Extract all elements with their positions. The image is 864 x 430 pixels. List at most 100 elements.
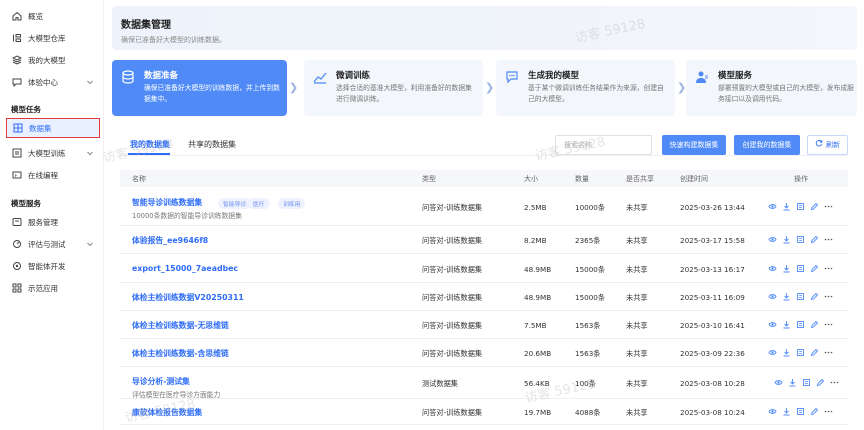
download-icon[interactable] [782, 292, 791, 301]
dataset-name-link[interactable]: 体检主检训练数据V20250311 [132, 292, 244, 303]
home-icon [12, 11, 22, 21]
dataset-name-link[interactable]: 体检主检训练数据-含思维链 [132, 348, 229, 359]
dataset-name-link[interactable]: 体检主检训练数据-无思维链 [132, 320, 229, 331]
dataset-tag: 医疗 [248, 198, 270, 209]
download-icon[interactable] [782, 264, 791, 273]
edit-icon[interactable] [810, 235, 819, 244]
view-icon[interactable] [774, 378, 783, 387]
sidebar-item-experience[interactable]: 体验中心 [6, 72, 100, 92]
dataset-shared-status: 未共享 [626, 293, 648, 302]
more-icon[interactable] [824, 407, 833, 416]
view-icon[interactable] [768, 202, 777, 211]
dataset-created-time: 2025-03-26 13:44 [680, 203, 745, 212]
dataset-name-link[interactable]: 康软体检报告数据集 [132, 407, 202, 418]
edit-icon[interactable] [810, 202, 819, 211]
view-icon[interactable] [768, 235, 777, 244]
sidebar-item-demo-apps[interactable]: 示范应用 [6, 278, 100, 298]
dataset-name-link[interactable]: 导诊分析-测试集 [132, 376, 190, 387]
more-icon[interactable] [824, 292, 833, 301]
more-icon[interactable] [830, 378, 839, 387]
download-icon[interactable] [782, 202, 791, 211]
table-icon [13, 123, 23, 133]
dataset-created-time: 2025-03-08 10:28 [680, 379, 745, 388]
edit-icon[interactable] [816, 378, 825, 387]
archive-icon[interactable] [796, 235, 805, 244]
dataset-count: 1563条 [575, 349, 601, 358]
step-generate-model[interactable]: 生成我的模型 基于某个微调训练任务结果作为来源，创建自己的大模型。 [496, 60, 675, 116]
dataset-count: 15000条 [575, 265, 606, 274]
download-icon[interactable] [782, 235, 791, 244]
sidebar-item-label: 智能体开发 [28, 261, 66, 271]
tab-my-datasets[interactable]: 我的数据集 [130, 139, 170, 150]
dataset-created-time: 2025-03-10 16:41 [680, 321, 745, 330]
more-icon[interactable] [824, 348, 833, 357]
dataset-name-link[interactable]: 智能导诊训练数据集 [132, 197, 202, 208]
sidebar-item-label: 服务管理 [28, 217, 58, 227]
service-icon [12, 217, 22, 227]
archive-icon[interactable] [796, 320, 805, 329]
search-input[interactable]: 搜索名称 [555, 135, 652, 155]
download-icon[interactable] [788, 378, 797, 387]
view-icon[interactable] [768, 407, 777, 416]
arrow-right-icon: ❯ [289, 81, 299, 94]
edit-icon[interactable] [810, 320, 819, 329]
quick-build-button[interactable]: 快速构建数据集 [662, 135, 726, 155]
dataset-size: 2.5MB [524, 203, 547, 212]
download-icon[interactable] [782, 407, 791, 416]
eval-icon [12, 239, 22, 249]
dataset-size: 19.7MB [524, 408, 552, 417]
dataset-type: 问答对-训练数据集 [422, 236, 483, 245]
sidebar-item-my-models[interactable]: 我的大模型 [6, 50, 100, 70]
more-icon[interactable] [824, 202, 833, 211]
sidebar-item-agent-dev[interactable]: 智能体开发 [6, 256, 100, 276]
step-finetune[interactable]: 微调训练 选择合适的基准大模型，利用准备好的数据集进行微调训练。 [304, 60, 483, 116]
dataset-type: 问答对-训练数据集 [422, 293, 483, 302]
sidebar-item-datasets[interactable]: 数据集 [6, 118, 100, 138]
sidebar-item-label: 大模型仓库 [28, 33, 66, 43]
dataset-type: 问答对-训练数据集 [422, 203, 483, 212]
view-icon[interactable] [768, 348, 777, 357]
archive-icon[interactable] [802, 378, 811, 387]
sidebar-item-overview[interactable]: 概览 [6, 6, 100, 26]
download-icon[interactable] [782, 320, 791, 329]
dataset-type: 问答对-训练数据集 [422, 349, 483, 358]
step-data-prep[interactable]: 数据准备 确保已准备好大模型的训练数据，并上传到数据集中。 [112, 60, 287, 116]
view-icon[interactable] [768, 292, 777, 301]
refresh-button[interactable]: 刷新 [807, 135, 848, 155]
view-icon[interactable] [768, 264, 777, 273]
more-icon[interactable] [824, 235, 833, 244]
download-icon[interactable] [782, 348, 791, 357]
dataset-count: 4088条 [575, 408, 601, 417]
code-icon [12, 170, 22, 180]
archive-icon[interactable] [796, 292, 805, 301]
sidebar-item-service-mgmt[interactable]: 服务管理 [6, 212, 100, 232]
step-model-service[interactable]: 模型服务 部署预置的大模型或自己的大模型，发布成服务接口以及调用代码。 [686, 60, 857, 116]
dataset-name-link[interactable]: 体验报告_ee9646f8 [132, 235, 208, 246]
tab-divider [120, 155, 848, 156]
row-actions [768, 407, 833, 416]
sidebar-item-model-repo[interactable]: 大模型仓库 [6, 28, 100, 48]
dataset-shared-status: 未共享 [626, 349, 648, 358]
archive-icon[interactable] [796, 348, 805, 357]
sidebar-item-evaluation[interactable]: 评估与测试 [6, 234, 100, 254]
dataset-name-link[interactable]: export_15000_7aeadbec [132, 264, 238, 273]
edit-icon[interactable] [810, 292, 819, 301]
edit-icon[interactable] [810, 407, 819, 416]
create-dataset-button[interactable]: 创建我的数据集 [734, 135, 800, 155]
archive-icon[interactable] [796, 264, 805, 273]
archive-icon[interactable] [796, 202, 805, 211]
chat-icon [12, 77, 22, 87]
tab-shared-datasets[interactable]: 共享的数据集 [188, 139, 236, 150]
more-icon[interactable] [824, 264, 833, 273]
step-title: 生成我的模型 [528, 71, 580, 81]
more-icon[interactable] [824, 320, 833, 329]
dataset-created-time: 2025-03-13 16:17 [680, 265, 745, 274]
archive-icon[interactable] [796, 407, 805, 416]
dataset-created-time: 2025-03-11 16:09 [680, 293, 745, 302]
edit-icon[interactable] [810, 264, 819, 273]
sidebar-item-training[interactable]: 大模型训练 [6, 143, 100, 163]
sidebar-item-online-coding[interactable]: 在线编程 [6, 165, 100, 185]
view-icon[interactable] [768, 320, 777, 329]
column-header-name: 名称 [132, 175, 146, 183]
edit-icon[interactable] [810, 348, 819, 357]
